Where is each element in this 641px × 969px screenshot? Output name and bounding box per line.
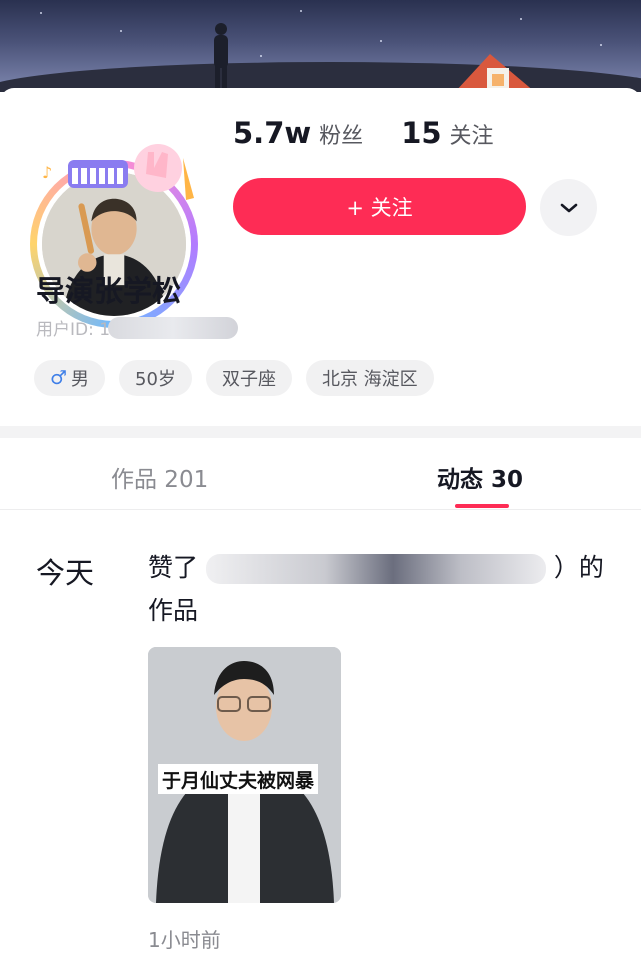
tag-gender: ♂ 男	[34, 360, 106, 396]
house-illustration	[455, 54, 535, 92]
user-id-label: 用户ID: 1	[36, 320, 111, 339]
chevron-down-icon	[560, 203, 577, 212]
tag-label: 50岁	[135, 369, 176, 390]
profile-card: ♪ 5.7w 粉丝 15 关注 + 关注 导演张学松 用户ID: 1 ♂ 男 5…	[0, 88, 641, 428]
followers-label: 粉丝	[319, 124, 364, 149]
active-tab-indicator	[455, 504, 509, 508]
silhouette-figure	[214, 23, 228, 92]
following-count: 15	[401, 116, 442, 150]
following-label: 关注	[449, 124, 494, 149]
tag-age: 50岁	[119, 360, 192, 396]
redacted-username	[205, 554, 546, 584]
feed-timestamp: 1小时前	[148, 928, 221, 952]
profile-banner	[0, 0, 641, 92]
more-options-button[interactable]	[540, 179, 597, 236]
avatar-frame-decoration: ♪	[42, 144, 194, 200]
tag-label: 双子座	[221, 369, 276, 390]
video-caption: 于月仙丈夫被网暴	[158, 764, 319, 794]
section-divider	[0, 426, 641, 438]
tag-label: 男	[71, 369, 90, 390]
followers-stat[interactable]: 5.7w 粉丝	[233, 116, 363, 150]
follow-button-label: + 关注	[346, 195, 413, 220]
feed-date: 今天	[36, 556, 95, 590]
user-id-redaction	[108, 317, 238, 339]
tab-moments[interactable]: 动态 30	[437, 460, 523, 494]
svg-text:♪: ♪	[42, 163, 52, 182]
activity-prefix: 赞了	[148, 553, 199, 582]
tag-zodiac: 双子座	[205, 360, 292, 396]
video-thumbnail[interactable]: 于月仙丈夫被网暴	[148, 647, 341, 903]
tab-works[interactable]: 作品 201	[111, 460, 208, 494]
feed-activity-text: 赞了 ）的作品	[148, 546, 608, 632]
profile-name: 导演张学松	[36, 274, 182, 308]
tag-label: 北京 海淀区	[321, 369, 418, 390]
follow-button[interactable]: + 关注	[233, 178, 526, 235]
male-icon: ♂	[50, 367, 68, 389]
profile-tags: ♂ 男 50岁 双子座 北京 海淀区	[34, 360, 434, 396]
followers-count: 5.7w	[233, 116, 312, 150]
tag-location: 北京 海淀区	[305, 360, 434, 396]
following-stat[interactable]: 15 关注	[401, 116, 493, 150]
user-id: 用户ID: 1	[36, 315, 246, 339]
content-tabs: 作品 201 动态 30	[0, 440, 641, 510]
